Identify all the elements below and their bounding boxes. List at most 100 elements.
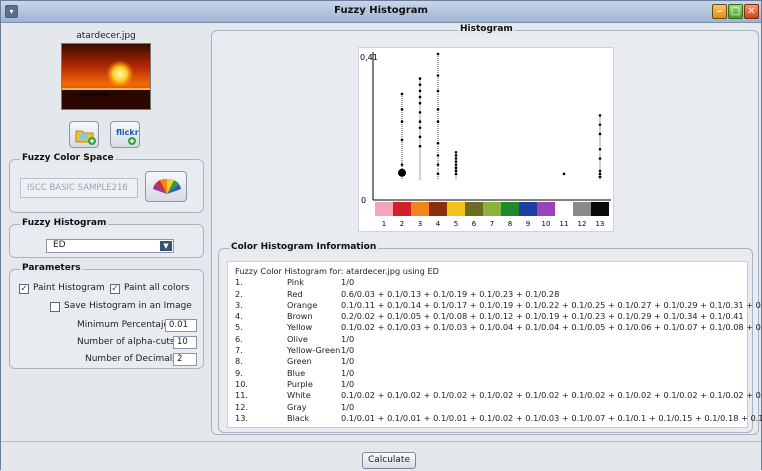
paint-histogram-checkbox[interactable]: ✓: [19, 284, 29, 294]
close-button[interactable]: ✕: [744, 4, 759, 19]
add-image-button[interactable]: [69, 121, 99, 148]
paint-all-colors-checkbox[interactable]: ✓: [110, 284, 120, 294]
min-percentage-input[interactable]: 0.01: [165, 319, 197, 332]
data-point: [400, 92, 404, 96]
folder-add-icon: [75, 130, 96, 145]
flickr-button[interactable]: flickr: [110, 121, 140, 148]
image-thumbnail: [61, 43, 151, 110]
info-row: 4. Brown 0.2/0.02 + 0.1/0.05 + 0.1/0.08 + …: [235, 311, 744, 322]
app-window: ▾ Fuzzy Histogram – □ ✕ atardecer.jpg fl…: [0, 0, 762, 471]
color-swatch-12: [573, 202, 591, 216]
data-point: [418, 120, 422, 123]
color-swatch-4: [429, 202, 447, 216]
info-row-index: 1.: [235, 277, 243, 288]
parameters-legend: Parameters: [20, 263, 83, 273]
data-point: [436, 108, 440, 111]
x-tick-label: 8: [508, 220, 512, 228]
image-filename: atardecer.jpg: [76, 31, 136, 41]
fuzzy-histogram-legend: Fuzzy Histogram: [20, 218, 109, 228]
data-point: [418, 111, 422, 114]
info-row-color: Gray: [287, 401, 307, 412]
info-row-value: 0.1/0.02 + 0.1/0.02 + 0.1/0.02 + 0.1/0.0…: [341, 390, 762, 401]
info-row-index: 5.: [235, 322, 243, 333]
info-row-color: Yellow-Green: [287, 345, 341, 356]
info-row-color: Purple: [287, 378, 313, 389]
info-row-value: 0.2/0.02 + 0.1/0.05 + 0.1/0.08 + 0.1/0.1…: [341, 311, 744, 322]
info-header: Fuzzy Color Histogram for: atardecer.jpg…: [235, 266, 439, 276]
histogram-svg: 0,41 0 1 2 3 4 5 6 7 8 9 10 11 12 13: [360, 52, 611, 228]
data-point: [454, 169, 458, 173]
histogram-chart: 0,41 0 1 2 3 4 5 6 7 8 9 10 11 12 13: [358, 47, 614, 232]
paint-histogram-label: Paint Histogram: [33, 283, 105, 293]
calculate-button[interactable]: Calculate: [362, 452, 416, 469]
info-row-value: 0.1/0.02 + 0.1/0.03 + 0.1/0.03 + 0.1/0.0…: [341, 322, 762, 333]
x-tick-label: 1: [382, 220, 386, 228]
data-point: [418, 83, 422, 87]
info-row-value: 0.1/0.11 + 0.1/0.14 + 0.1/0.17 + 0.1/0.1…: [341, 299, 762, 310]
color-swatch-13: [591, 202, 609, 216]
x-tick-label: 2: [400, 220, 404, 228]
histogram-type-select[interactable]: ED ▼: [46, 239, 174, 253]
color-swatch-1: [375, 202, 393, 216]
info-row-color: Orange: [287, 299, 318, 310]
info-row-color: Black: [287, 412, 310, 423]
info-legend: Color Histogram Information: [229, 242, 379, 252]
info-row-index: 9.: [235, 367, 243, 378]
info-row-index: 6.: [235, 333, 243, 344]
info-row-index: 2.: [235, 288, 243, 299]
data-point: [400, 163, 404, 166]
data-point: [418, 144, 422, 148]
chevron-down-icon[interactable]: ▼: [160, 241, 172, 251]
info-row-index: 12.: [235, 401, 249, 412]
x-tick-label: 6: [472, 220, 477, 228]
info-row: 5. Yellow 0.1/0.02 + 0.1/0.03 + 0.1/0.03 +…: [235, 322, 762, 333]
info-row: 8. Green 1/0: [235, 356, 740, 367]
x-tick-label: 5: [454, 220, 458, 228]
x-tick-label: 9: [526, 220, 530, 228]
data-point: [598, 175, 602, 179]
fuzzy-histogram-panel: Fuzzy Histogram ED ▼: [9, 218, 204, 258]
data-point: [418, 77, 422, 80]
data-point: [418, 101, 422, 105]
info-row-color: Pink: [287, 277, 304, 288]
info-row-value: 1/0: [341, 345, 355, 356]
sunset-image: [62, 44, 150, 109]
data-point: [562, 172, 566, 176]
data-point: [418, 135, 422, 139]
data-point: [454, 157, 458, 160]
data-point: [598, 132, 602, 136]
svg-text:flickr: flickr: [116, 128, 139, 137]
data-point: [454, 166, 458, 170]
decimals-label: Number of Decimals :: [85, 354, 183, 364]
info-row: 10. Purple 1/0: [235, 379, 740, 390]
alpha-cuts-label: Number of alpha-cuts :: [77, 337, 181, 347]
data-point: [454, 172, 458, 176]
title-bar: ▾ Fuzzy Histogram – □ ✕: [1, 1, 761, 23]
maximize-button[interactable]: □: [728, 4, 743, 19]
color-swatch-8: [501, 202, 519, 216]
info-row: 2. Red 0.6/0.03 + 0.1/0.13 + 0.1/0.19 + 0.…: [235, 289, 740, 300]
color-space-button[interactable]: [145, 171, 187, 202]
save-histogram-checkbox[interactable]: [50, 302, 60, 312]
x-tick-label: 13: [596, 220, 605, 228]
data-point: [598, 123, 602, 126]
info-row-index: 4.: [235, 311, 243, 322]
decimals-input[interactable]: 2: [173, 353, 197, 366]
minimize-button[interactable]: –: [712, 4, 727, 19]
x-tick-label: 10: [542, 220, 551, 228]
data-point: [598, 157, 602, 160]
info-row-color: White: [287, 390, 311, 401]
info-row-index: 8.: [235, 356, 243, 367]
data-point: [400, 108, 404, 111]
save-histogram-label: Save Histogram in an Image: [64, 301, 192, 311]
info-row-value: 1/0: [341, 277, 355, 288]
data-point: [436, 120, 440, 123]
info-row-index: 11.: [235, 390, 249, 401]
info-row: 11. White 0.1/0.02 + 0.1/0.02 + 0.1/0.02 +…: [235, 390, 762, 401]
histogram-legend: Histogram: [458, 24, 515, 34]
alpha-cuts-input[interactable]: 10: [173, 336, 197, 349]
data-point: [436, 163, 440, 166]
x-tick-label: 12: [578, 220, 587, 228]
info-row: 9. Blue 1/0: [235, 368, 740, 379]
x-tick-label: 7: [490, 220, 494, 228]
